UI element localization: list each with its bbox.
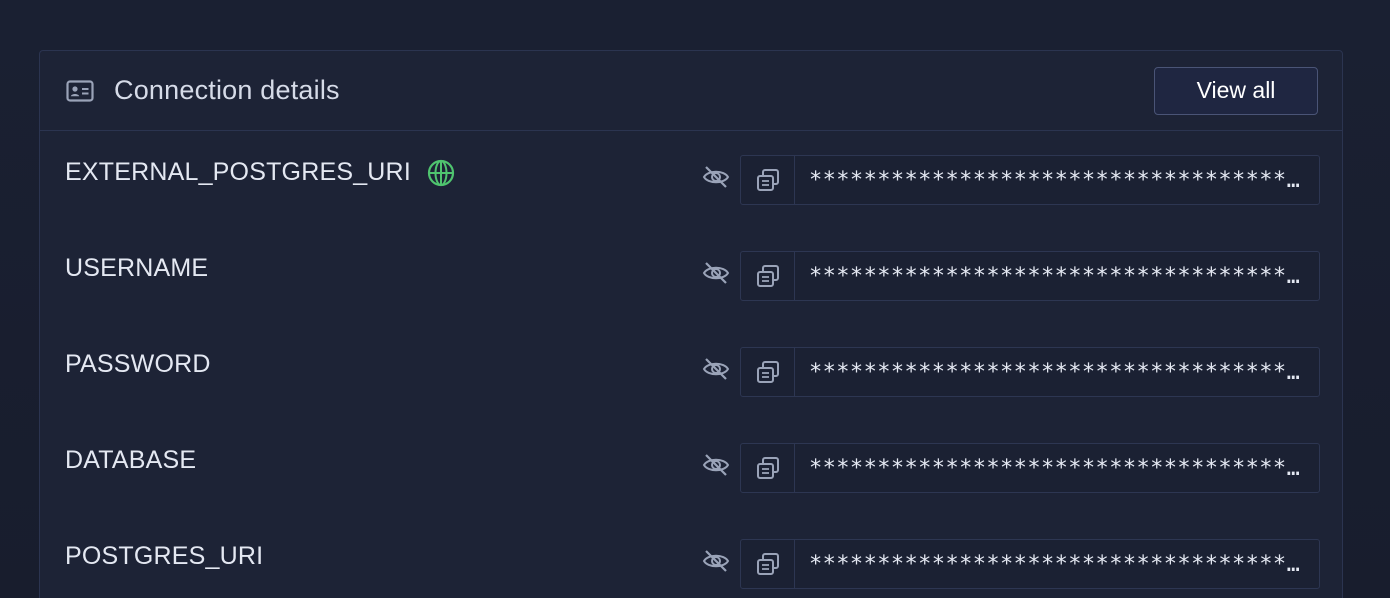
page: Connection details View all EXTERNAL_POS… — [0, 0, 1390, 598]
masked-value[interactable]: ****************************************… — [795, 360, 1319, 385]
variable-key: PASSWORD — [65, 350, 211, 379]
eye-off-icon — [702, 550, 730, 572]
variable-row: POSTGRES_URI ***************************… — [40, 515, 1342, 598]
card-header: Connection details View all — [40, 51, 1342, 131]
masked-value[interactable]: ****************************************… — [795, 168, 1319, 193]
masked-value[interactable]: ****************************************… — [795, 552, 1319, 577]
variable-name: POSTGRES_URI — [65, 542, 264, 570]
value-field: ****************************************… — [740, 251, 1320, 301]
eye-off-icon — [702, 358, 730, 380]
card-title: Connection details — [114, 75, 340, 105]
value-field: ****************************************… — [740, 155, 1320, 205]
view-all-button[interactable]: View all — [1154, 66, 1318, 115]
copy-icon — [756, 553, 779, 575]
copy-icon — [756, 265, 779, 287]
id-card-icon — [66, 79, 94, 103]
copy-button[interactable] — [741, 540, 795, 588]
copy-button[interactable] — [741, 156, 795, 204]
copy-button[interactable] — [741, 444, 795, 492]
value-field: ****************************************… — [740, 443, 1320, 493]
connection-details-card: Connection details View all EXTERNAL_POS… — [39, 50, 1343, 598]
variable-row: USERNAME *******************************… — [40, 227, 1342, 323]
variable-name: PASSWORD — [65, 350, 211, 378]
eye-off-icon — [702, 166, 730, 188]
variable-key: DATABASE — [65, 446, 196, 475]
copy-button[interactable] — [741, 252, 795, 300]
value-field: ****************************************… — [740, 539, 1320, 589]
variable-key: EXTERNAL_POSTGRES_URI — [65, 158, 455, 187]
variable-key: USERNAME — [65, 254, 208, 283]
variable-row: PASSWORD *******************************… — [40, 323, 1342, 419]
toggle-visibility-button[interactable] — [700, 353, 732, 385]
variable-row: EXTERNAL_POSTGRES_URI ******************… — [40, 131, 1342, 227]
variable-row: DATABASE *******************************… — [40, 419, 1342, 515]
copy-button[interactable] — [741, 348, 795, 396]
toggle-visibility-button[interactable] — [700, 545, 732, 577]
variable-name: DATABASE — [65, 446, 197, 474]
toggle-visibility-button[interactable] — [700, 257, 732, 289]
masked-value[interactable]: ****************************************… — [795, 264, 1319, 289]
value-field: ****************************************… — [740, 347, 1320, 397]
eye-off-icon — [702, 454, 730, 476]
copy-icon — [756, 361, 779, 383]
toggle-visibility-button[interactable] — [700, 161, 732, 193]
variable-name: EXTERNAL_POSTGRES_URI — [65, 158, 411, 186]
copy-icon — [756, 169, 779, 191]
eye-off-icon — [702, 262, 730, 284]
masked-value[interactable]: ****************************************… — [795, 456, 1319, 481]
toggle-visibility-button[interactable] — [700, 449, 732, 481]
copy-icon — [756, 457, 779, 479]
variable-key: POSTGRES_URI — [65, 542, 263, 571]
globe-icon — [427, 159, 455, 187]
variable-name: USERNAME — [65, 254, 209, 282]
